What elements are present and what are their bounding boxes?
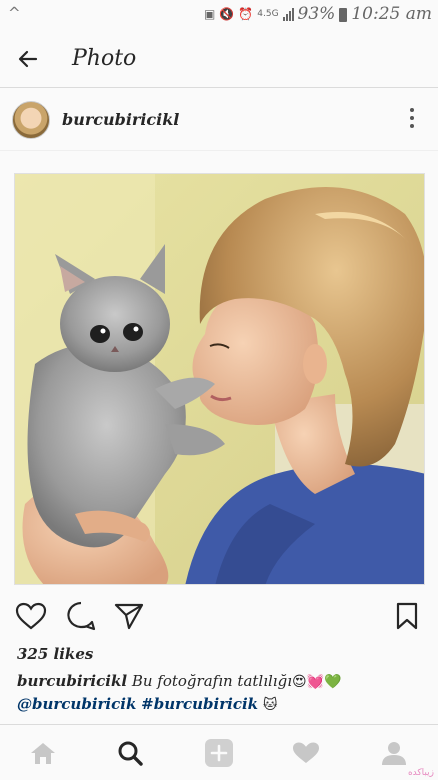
- post-actions: [0, 598, 438, 638]
- signal-icon: [282, 7, 294, 21]
- home-icon: [31, 743, 55, 764]
- search-icon: [118, 741, 143, 766]
- app-header: Photo: [0, 30, 438, 88]
- notification-chevron-icon: ^: [8, 4, 21, 22]
- photo-icon: ▣: [204, 7, 216, 21]
- bottom-nav: زیباکده: [0, 724, 438, 780]
- battery-icon: [339, 8, 348, 22]
- clock: 10:25 am: [351, 4, 432, 24]
- battery-percent: 93%: [297, 4, 336, 24]
- arrow-left-icon: [18, 50, 38, 67]
- back-button[interactable]: [0, 30, 56, 88]
- watermark-logo: زیباکده: [407, 768, 434, 778]
- comment-icon: [67, 601, 96, 631]
- nav-profile[interactable]: [378, 737, 410, 769]
- add-post-icon: [205, 739, 233, 767]
- alarm-icon: ⏰: [238, 7, 254, 21]
- like-button[interactable]: [14, 598, 48, 634]
- network-type: 4.5G: [257, 9, 279, 19]
- caption-end-emoji: 🐱: [262, 697, 278, 713]
- caption-emojis: 😍💓💚: [292, 674, 342, 690]
- share-icon: [114, 603, 144, 630]
- nav-home[interactable]: [27, 737, 59, 769]
- vertical-dots-icon: [410, 108, 414, 112]
- status-bar: ^ ▣ 🔇 ⏰ 4.5G 93% 10:25 am: [0, 0, 438, 30]
- save-button[interactable]: [390, 598, 424, 634]
- likes-count[interactable]: 325 likes: [17, 645, 93, 663]
- status-right: ▣ 🔇 ⏰ 4.5G 93% 10:25 am: [204, 4, 432, 24]
- avatar[interactable]: [12, 100, 50, 139]
- comment-button[interactable]: [64, 598, 98, 634]
- share-button[interactable]: [112, 598, 146, 634]
- caption-text: Bu fotoğrafın tatlılığı: [131, 672, 293, 690]
- profile-icon: [382, 742, 406, 765]
- page-title: Photo: [72, 46, 137, 71]
- post-photo-image: [15, 174, 424, 584]
- mute-icon: 🔇: [219, 7, 235, 21]
- post-username[interactable]: burcubiricikl: [62, 110, 179, 129]
- heart-icon: [15, 602, 47, 630]
- nav-activity[interactable]: [290, 737, 322, 769]
- bookmark-icon: [396, 602, 418, 630]
- caption-mention[interactable]: @burcubiricik: [17, 695, 136, 713]
- activity-heart-icon: [293, 742, 319, 763]
- post-header: burcubiricikl: [0, 89, 438, 151]
- nav-search[interactable]: [114, 737, 146, 769]
- post-photo[interactable]: [14, 173, 425, 585]
- nav-add-post[interactable]: [203, 737, 235, 769]
- caption-username[interactable]: burcubiricikl: [17, 672, 127, 690]
- post-caption: burcubiricikl Bu fotoğrafın tatlılığı😍💓💚…: [17, 670, 427, 716]
- more-options-button[interactable]: [410, 108, 414, 128]
- caption-hashtag[interactable]: #burcubiricik: [141, 695, 258, 713]
